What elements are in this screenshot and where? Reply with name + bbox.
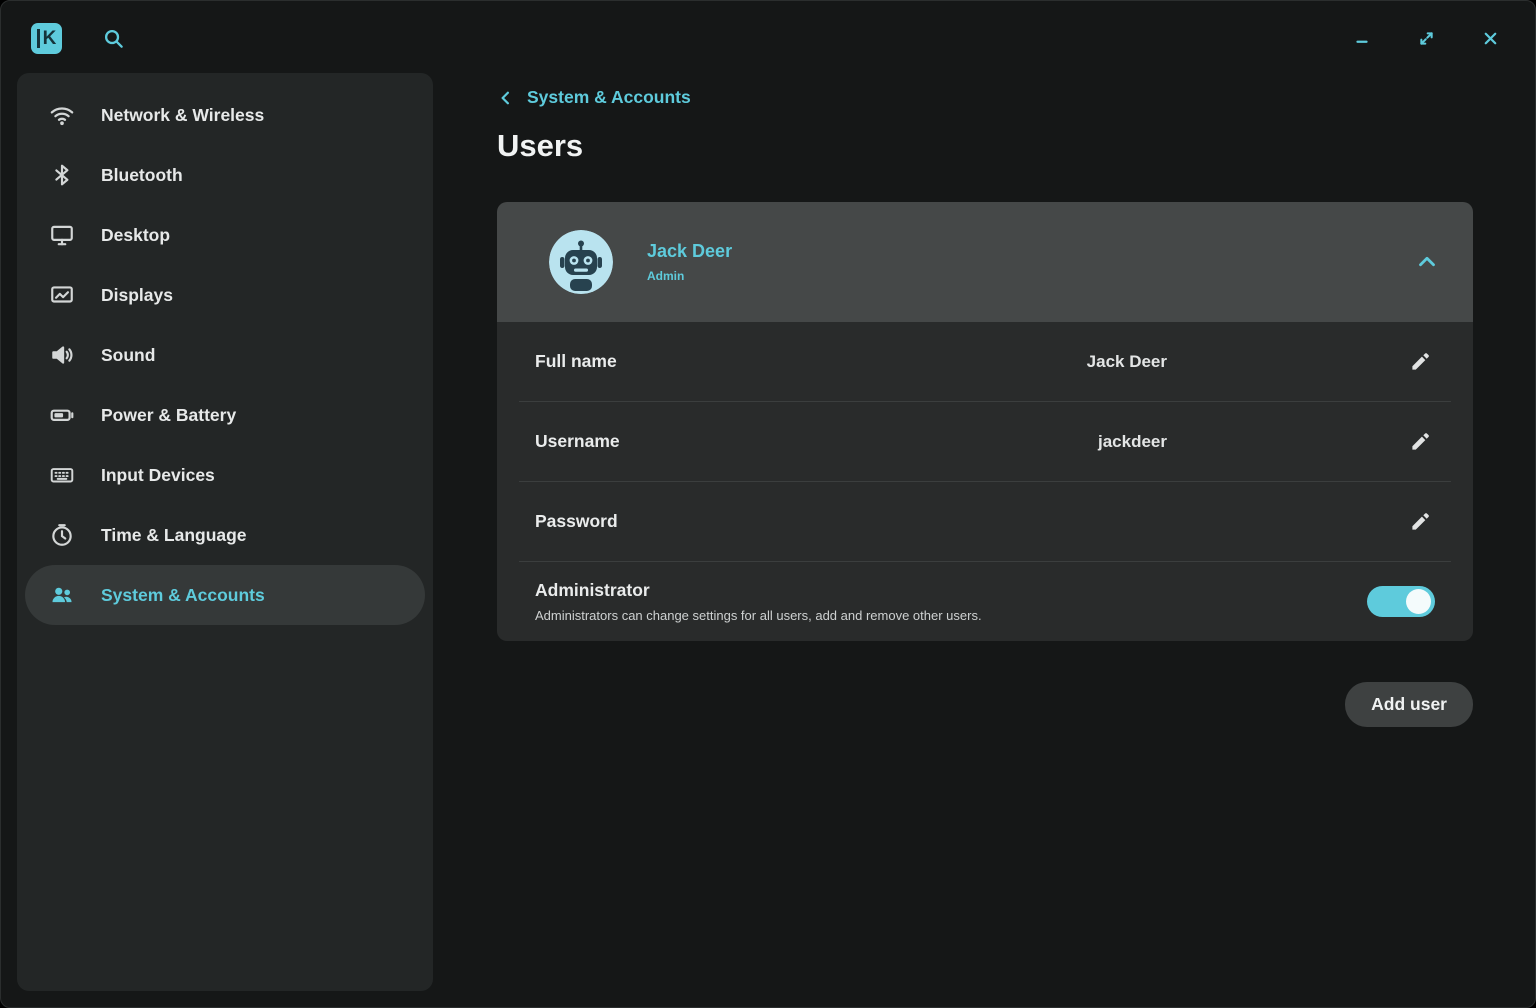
app-logo-icon[interactable]: K [31, 23, 62, 54]
minimize-icon [1353, 29, 1371, 47]
user-name: Jack Deer [647, 241, 732, 262]
sidebar-item-power-battery[interactable]: Power & Battery [25, 385, 425, 445]
sidebar-item-label: Time & Language [101, 525, 247, 546]
user-card-body: Full name Jack Deer Username jackdeer [497, 322, 1473, 641]
edit-password-button[interactable] [1405, 507, 1435, 537]
clock-icon [49, 522, 75, 548]
sidebar-item-label: Desktop [101, 225, 170, 246]
wifi-icon [49, 102, 75, 128]
sidebar-item-label: Bluetooth [101, 165, 183, 186]
sidebar-item-label: Input Devices [101, 465, 215, 486]
breadcrumb-label: System & Accounts [527, 87, 691, 108]
administrator-toggle[interactable] [1367, 586, 1435, 617]
displays-icon [49, 282, 75, 308]
toggle-knob [1406, 589, 1431, 614]
breadcrumb-back[interactable]: System & Accounts [497, 87, 691, 108]
keyboard-icon [49, 462, 75, 488]
password-row: Password [497, 482, 1473, 561]
administrator-text: Administrator Administrators can change … [535, 580, 982, 623]
window-controls [1347, 23, 1505, 53]
user-card: Jack Deer Admin Full name Jack Deer [497, 202, 1473, 641]
username-value: jackdeer [1098, 432, 1167, 452]
administrator-description: Administrators can change settings for a… [535, 608, 982, 623]
administrator-label: Administrator [535, 580, 982, 601]
page-title: Users [497, 128, 1473, 164]
add-user-button[interactable]: Add user [1345, 682, 1473, 727]
sidebar-item-label: Sound [101, 345, 155, 366]
sidebar-item-label: System & Accounts [101, 585, 265, 606]
sidebar-item-displays[interactable]: Displays [25, 265, 425, 325]
maximize-button[interactable] [1411, 23, 1441, 53]
search-icon [102, 27, 125, 50]
close-button[interactable] [1475, 23, 1505, 53]
monitor-icon [49, 222, 75, 248]
sidebar-item-label: Displays [101, 285, 173, 306]
minimize-button[interactable] [1347, 23, 1377, 53]
sidebar-item-label: Network & Wireless [101, 105, 264, 126]
pencil-icon [1409, 511, 1431, 533]
speaker-icon [49, 342, 75, 368]
sidebar-item-bluetooth[interactable]: Bluetooth [25, 145, 425, 205]
full-name-row: Full name Jack Deer [497, 322, 1473, 401]
username-label: Username [535, 431, 620, 452]
bluetooth-icon [49, 162, 75, 188]
pencil-icon [1409, 431, 1431, 453]
sidebar: Network & Wireless Bluetooth Desktop [17, 73, 433, 991]
chevron-up-icon[interactable] [1415, 250, 1439, 274]
sidebar-item-sound[interactable]: Sound [25, 325, 425, 385]
sidebar-item-input-devices[interactable]: Input Devices [25, 445, 425, 505]
chevron-left-icon [497, 89, 515, 107]
sidebar-item-desktop[interactable]: Desktop [25, 205, 425, 265]
battery-icon [49, 402, 75, 428]
username-row: Username jackdeer [497, 402, 1473, 481]
avatar [549, 230, 613, 294]
full-name-value: Jack Deer [1087, 352, 1167, 372]
search-button[interactable] [98, 23, 128, 53]
user-role-badge: Admin [647, 269, 732, 283]
settings-window: K [0, 0, 1536, 1008]
user-identity: Jack Deer Admin [647, 241, 732, 283]
sidebar-item-label: Power & Battery [101, 405, 236, 426]
user-card-header[interactable]: Jack Deer Admin [497, 202, 1473, 322]
edit-username-button[interactable] [1405, 427, 1435, 457]
app-logo-glyph: K [37, 29, 57, 48]
sidebar-item-time-language[interactable]: Time & Language [25, 505, 425, 565]
sidebar-item-system-accounts[interactable]: System & Accounts [25, 565, 425, 625]
main-content: System & Accounts Users [497, 87, 1473, 727]
full-name-label: Full name [535, 351, 617, 372]
sidebar-item-network-wireless[interactable]: Network & Wireless [25, 85, 425, 145]
administrator-row: Administrator Administrators can change … [497, 562, 1473, 641]
maximize-icon [1417, 29, 1436, 48]
pencil-icon [1409, 351, 1431, 373]
edit-full-name-button[interactable] [1405, 347, 1435, 377]
password-label: Password [535, 511, 618, 532]
users-icon [49, 582, 75, 608]
titlebar: K [1, 1, 1535, 75]
close-icon [1481, 29, 1500, 48]
